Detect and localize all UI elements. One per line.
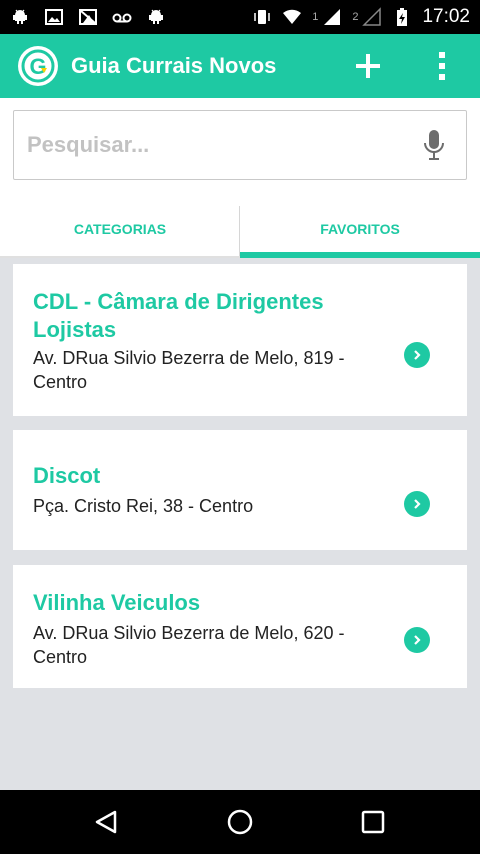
chevron-right-icon[interactable] (404, 491, 430, 517)
app-logo-icon[interactable]: G (18, 46, 58, 86)
android-debug-icon (146, 7, 166, 27)
list-item-title: Discot (33, 463, 101, 488)
home-circle-icon (227, 809, 253, 835)
add-button[interactable] (350, 48, 386, 84)
list-item-title: CDL - Câmara de Dirigentes Lojistas (33, 289, 324, 342)
list-item[interactable]: Discot Pça. Cristo Rei, 38 - Centro (13, 430, 467, 550)
list-item[interactable]: Vilinha Veiculos Av. DRua Silvio Bezerra… (13, 565, 467, 688)
status-bar: 1 2 17:02 (0, 0, 480, 34)
recents-button[interactable] (357, 806, 389, 838)
list-item-address: Pça. Cristo Rei, 38 - Centro (33, 496, 254, 516)
image-icon (44, 7, 64, 27)
tab-categorias[interactable]: CATEGORIAS (0, 200, 240, 258)
tab-favoritos[interactable]: FAVORITOS (240, 200, 480, 258)
plus-icon (356, 54, 380, 78)
search-area (0, 98, 480, 200)
wifi-icon (282, 7, 302, 27)
list-item-title: Vilinha Veiculos (33, 590, 201, 615)
tab-divider (0, 256, 240, 258)
vibrate-icon (252, 7, 272, 27)
navigation-bar (0, 790, 480, 854)
notification-icons (10, 7, 166, 27)
signal-sim1-icon (322, 7, 342, 27)
signal-sim2-icon (362, 7, 382, 27)
voicemail-icon (112, 7, 132, 27)
search-box (13, 110, 467, 180)
app-title: Guia Currais Novos (71, 53, 277, 78)
microphone-icon (424, 130, 444, 160)
app-bar: G Guia Currais Novos (0, 34, 480, 98)
voice-search-button[interactable] (422, 128, 446, 164)
tab-bar: CATEGORIAS FAVORITOS (0, 200, 480, 258)
app-logo-letter: G (29, 54, 46, 79)
battery-charging-icon (392, 7, 412, 27)
system-icons: 1 2 17:02 (252, 6, 470, 28)
tab-label: CATEGORIAS (73, 221, 167, 237)
sim2-label: 2 (352, 11, 359, 23)
back-triangle-icon (95, 810, 117, 834)
chevron-right-icon[interactable] (404, 342, 430, 368)
selected-tab-indicator (240, 252, 480, 258)
recents-square-icon (361, 810, 385, 834)
android-debug-icon (10, 7, 30, 27)
tab-label: FAVORITOS (320, 221, 400, 237)
no-signal-icon (78, 7, 98, 27)
more-vert-icon (439, 52, 445, 80)
list-item[interactable]: CDL - Câmara de Dirigentes Lojistas Av. … (13, 264, 467, 416)
home-button[interactable] (224, 806, 256, 838)
sim1-label: 1 (312, 11, 319, 23)
overflow-menu-button[interactable] (426, 48, 458, 84)
clock: 17:02 (422, 6, 470, 27)
list-item-address: Av. DRua Silvio Bezerra de Melo, 620 - C… (33, 623, 345, 667)
search-input[interactable] (14, 132, 394, 158)
back-button[interactable] (90, 806, 122, 838)
chevron-right-icon[interactable] (404, 627, 430, 653)
list-item-address: Av. DRua Silvio Bezerra de Melo, 819 - C… (33, 348, 345, 392)
